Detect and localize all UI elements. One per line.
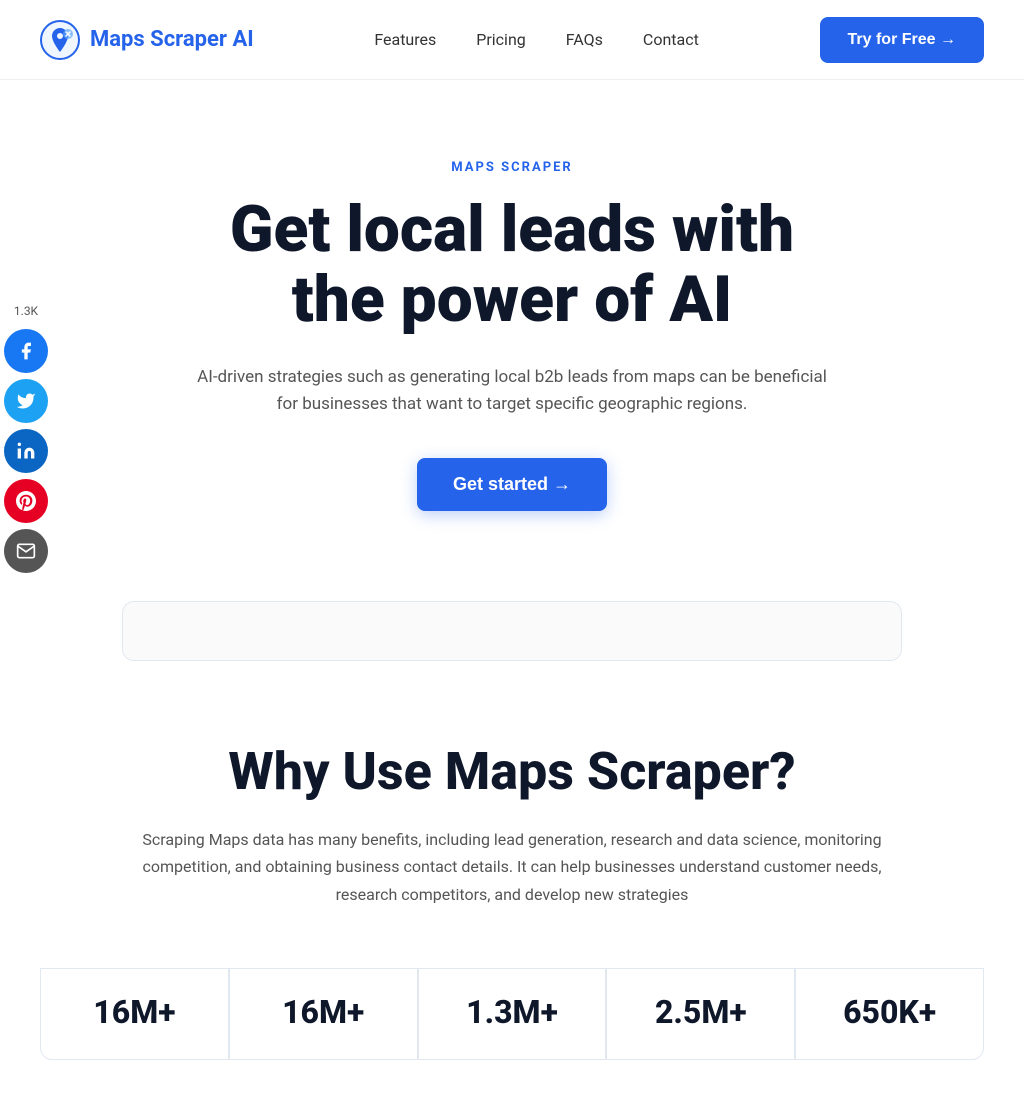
stat-value-4: 650K+ <box>808 993 971 1031</box>
nav-link-faqs[interactable]: FAQs <box>566 30 603 49</box>
why-title: Why Use Maps Scraper? <box>40 741 984 802</box>
stat-card-0: 16M+ <box>40 969 229 1060</box>
stat-card-2: 1.3M+ <box>418 969 607 1060</box>
social-share-count: 1.3K <box>8 300 44 322</box>
stat-value-2: 1.3M+ <box>431 993 594 1031</box>
nav-cta-button[interactable]: Try for Free → <box>820 17 984 63</box>
hero-section: MAPS SCRAPER Get local leads with the po… <box>62 80 962 551</box>
navbar: Maps Scraper AI Features Pricing FAQs Co… <box>0 0 1024 80</box>
nav-link-pricing[interactable]: Pricing <box>476 30 526 49</box>
pinterest-share-button[interactable] <box>4 479 48 523</box>
facebook-icon <box>16 341 36 361</box>
hero-tag: MAPS SCRAPER <box>82 160 942 175</box>
hero-title: Get local leads with the power of AI <box>82 195 942 336</box>
nav-link-features[interactable]: Features <box>374 30 436 49</box>
email-icon <box>16 541 36 561</box>
hero-cta-button[interactable]: Get started → <box>417 458 607 511</box>
nav-link-contact[interactable]: Contact <box>643 30 699 49</box>
stat-value-1: 16M+ <box>242 993 405 1031</box>
nav-logo[interactable]: Maps Scraper AI <box>40 20 254 60</box>
stat-card-4: 650K+ <box>795 969 984 1060</box>
logo-icon <box>40 20 80 60</box>
facebook-share-button[interactable] <box>4 329 48 373</box>
stat-value-0: 16M+ <box>53 993 216 1031</box>
stats-row: 16M+ 16M+ 1.3M+ 2.5M+ 650K+ <box>40 968 984 1060</box>
email-share-button[interactable] <box>4 529 48 573</box>
hero-image-placeholder <box>122 601 902 661</box>
hero-title-line2: the power of AI <box>292 262 733 337</box>
why-description: Scraping Maps data has many benefits, in… <box>122 826 902 908</box>
pinterest-icon <box>16 491 36 511</box>
linkedin-icon <box>16 441 36 461</box>
social-sidebar: 1.3K <box>0 300 52 576</box>
twitter-share-button[interactable] <box>4 379 48 423</box>
hero-subtitle: AI-driven strategies such as generating … <box>192 364 832 418</box>
hero-title-line1: Get local leads with <box>230 192 794 267</box>
twitter-icon <box>16 391 36 411</box>
nav-logo-text: Maps Scraper AI <box>90 27 254 52</box>
nav-links: Features Pricing FAQs Contact <box>374 30 699 49</box>
why-section: Why Use Maps Scraper? Scraping Maps data… <box>0 661 1024 1100</box>
stat-card-3: 2.5M+ <box>606 969 795 1060</box>
stat-card-1: 16M+ <box>229 969 418 1060</box>
stat-value-3: 2.5M+ <box>619 993 782 1031</box>
linkedin-share-button[interactable] <box>4 429 48 473</box>
